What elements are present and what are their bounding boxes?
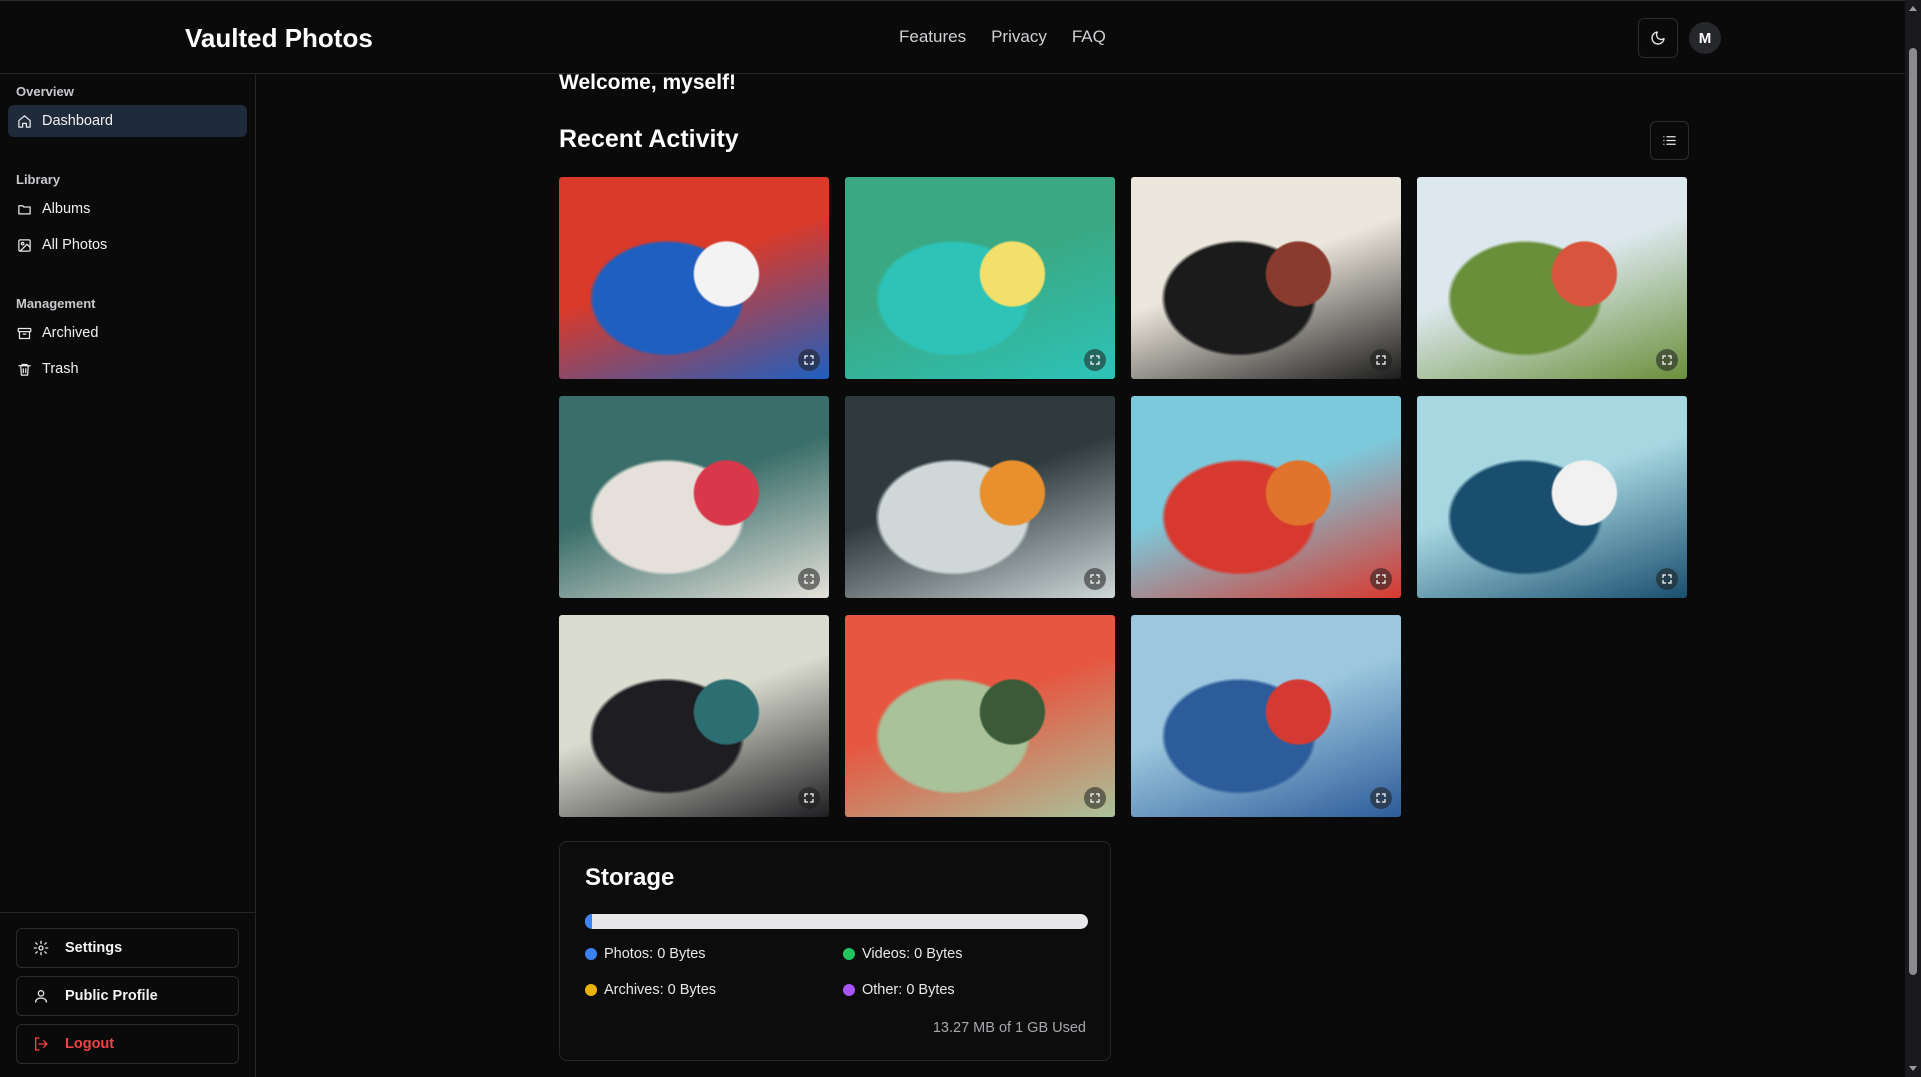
storage-used-text: 13.27 MB of 1 GB Used (932, 1020, 1086, 1036)
legend-photos: Photos: 0 Bytes (585, 946, 706, 962)
expand-icon[interactable] (798, 568, 820, 590)
expand-icon[interactable] (798, 349, 820, 371)
photo-thumbnail-black-cat-doorway[interactable] (1131, 177, 1401, 379)
photo-thumbnail-red-bird-leaves[interactable] (1131, 396, 1401, 598)
top-header: Vaulted Photos Features Privacy FAQ M (0, 0, 1905, 74)
expand-icon[interactable] (1084, 787, 1106, 809)
gear-icon (33, 940, 49, 956)
sidebar-item-albums[interactable]: Albums (8, 193, 247, 225)
user-icon (35, 990, 47, 1003)
settings-button[interactable]: Settings (16, 928, 239, 968)
logout-label: Logout (65, 1036, 115, 1052)
scroll-up-arrow[interactable] (1909, 6, 1917, 11)
legend-dot (585, 984, 597, 996)
legend-videos: Videos: 0 Bytes (843, 946, 963, 962)
sidebar-footer: Settings Public Profile Logout (0, 912, 256, 1077)
sidebar-item-label: Trash (42, 361, 79, 377)
storage-card: Storage Photos: 0 Bytes Videos: 0 Bytes … (559, 841, 1111, 1061)
sidebar-section-management: Management (16, 296, 96, 311)
brand-title[interactable]: Vaulted Photos (185, 23, 373, 54)
expand-icon[interactable] (1656, 568, 1678, 590)
photo-thumbnail-cat-reading[interactable] (559, 615, 829, 817)
sidebar: Overview Dashboard Library Albums All Ph… (0, 74, 256, 1077)
folder-icon (18, 204, 31, 214)
legend-dot (843, 948, 855, 960)
legend-archives: Archives: 0 Bytes (585, 982, 716, 998)
expand-icon[interactable] (1370, 787, 1392, 809)
nav-link-faq[interactable]: FAQ (1072, 27, 1106, 47)
logout-button[interactable]: Logout (16, 1024, 239, 1064)
storage-title: Storage (585, 864, 675, 891)
photo-thumbnail-baby-window[interactable] (559, 396, 829, 598)
sidebar-item-label: Albums (42, 201, 91, 217)
page-scrollbar[interactable] (1905, 0, 1921, 1077)
sidebar-section-overview: Overview (16, 84, 74, 99)
logout-icon (35, 1037, 48, 1051)
expand-icon[interactable] (1084, 568, 1106, 590)
storage-progress-fill (585, 914, 592, 929)
photo-thumbnail-red-bird-branch[interactable] (845, 615, 1115, 817)
sidebar-item-trash[interactable]: Trash (8, 353, 247, 385)
expand-icon[interactable] (1370, 568, 1392, 590)
public-profile-button[interactable]: Public Profile (16, 976, 239, 1016)
expand-icon[interactable] (1656, 349, 1678, 371)
sidebar-item-archived[interactable]: Archived (8, 317, 247, 349)
photo-thumbnail-dolphins-ship[interactable] (1131, 615, 1401, 817)
photo-thumbnail-fish-pattern[interactable] (559, 177, 829, 379)
sidebar-item-label: Archived (42, 325, 99, 341)
recent-activity-title: Recent Activity (559, 125, 739, 153)
sidebar-section-library: Library (16, 172, 61, 187)
expand-icon[interactable] (1370, 349, 1392, 371)
scroll-down-arrow[interactable] (1909, 1066, 1917, 1071)
public-profile-label: Public Profile (65, 988, 158, 1004)
photo-thumbnail-penguins-ocean[interactable] (1417, 396, 1687, 598)
photo-thumbnail-crocodile[interactable] (845, 177, 1115, 379)
sidebar-item-label: Dashboard (42, 113, 113, 129)
legend-label: Archives: 0 Bytes (604, 982, 717, 998)
expand-icon[interactable] (798, 787, 820, 809)
sidebar-item-dashboard[interactable]: Dashboard (8, 105, 247, 137)
scroll-thumb[interactable] (1909, 48, 1917, 975)
nav-link-features[interactable]: Features (899, 27, 966, 47)
user-avatar[interactable]: M (1689, 22, 1721, 54)
photo-thumbnail-bunny-tree[interactable] (1417, 177, 1687, 379)
theme-toggle-button[interactable] (1638, 18, 1678, 58)
trash-icon (18, 363, 31, 376)
photo-thumbnail-penguin-camera[interactable] (845, 396, 1115, 598)
expand-icon[interactable] (1084, 349, 1106, 371)
welcome-heading: Welcome, myself! (559, 71, 737, 94)
list-view-button[interactable] (1650, 121, 1689, 160)
image-icon (18, 238, 31, 252)
storage-progress-bar (585, 914, 1088, 929)
legend-dot (843, 984, 855, 996)
legend-other: Other: 0 Bytes (843, 982, 955, 998)
home-icon (18, 114, 31, 128)
nav-link-privacy[interactable]: Privacy (991, 27, 1047, 47)
legend-label: Photos: 0 Bytes (604, 946, 706, 962)
sidebar-item-label: All Photos (42, 237, 108, 253)
moon-icon (1651, 31, 1665, 45)
legend-label: Videos: 0 Bytes (862, 946, 963, 962)
sidebar-item-all-photos[interactable]: All Photos (8, 229, 247, 261)
archive-icon (17, 327, 32, 339)
settings-label: Settings (65, 940, 123, 956)
legend-label: Other: 0 Bytes (862, 982, 955, 998)
list-icon (1663, 136, 1676, 145)
top-nav: Features Privacy FAQ (899, 27, 1106, 47)
legend-dot (585, 948, 597, 960)
